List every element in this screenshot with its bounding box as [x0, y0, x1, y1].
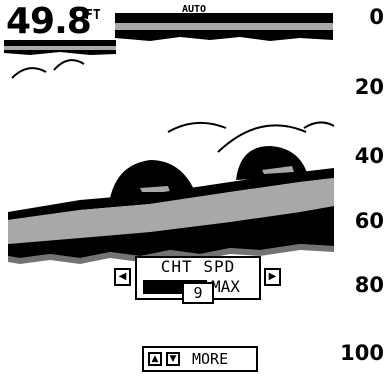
sonar-chart	[4, 13, 335, 264]
left-arrow-icon: ◀	[118, 271, 127, 282]
right-arrow-icon: ▶	[268, 271, 277, 282]
chart-speed-decrease-button[interactable]: ◀	[114, 268, 131, 286]
down-arrow-icon: ▼	[166, 352, 180, 366]
depth-scale-label: 0	[369, 5, 384, 29]
depth-readout: 49.8	[6, 1, 92, 42]
depth-scale-label: 80	[354, 273, 384, 297]
depth-scale-label: 40	[354, 144, 384, 168]
up-arrow-icon: ▲	[148, 352, 162, 366]
gain-mode-label: AUTO	[182, 4, 207, 15]
depth-scale-label: 20	[354, 75, 384, 99]
chart-speed-value: 9	[182, 282, 214, 304]
more-button[interactable]: ▲ ▼ MORE	[142, 346, 258, 372]
depth-scale-label: 60	[354, 209, 384, 233]
chart-speed-title: CHT SPD	[160, 257, 236, 276]
sonar-screen: 49.8 FT AUTO 0 20 40 60 80 100 ◀ ▶ CHT S…	[0, 0, 388, 389]
chart-speed-max-label: MAX	[211, 277, 240, 296]
more-label: MORE	[192, 350, 229, 368]
chart-speed-increase-button[interactable]: ▶	[264, 268, 281, 286]
depth-unit: FT	[85, 8, 101, 23]
fish-arches	[11, 59, 335, 153]
depth-scale-label: 100	[340, 341, 384, 365]
